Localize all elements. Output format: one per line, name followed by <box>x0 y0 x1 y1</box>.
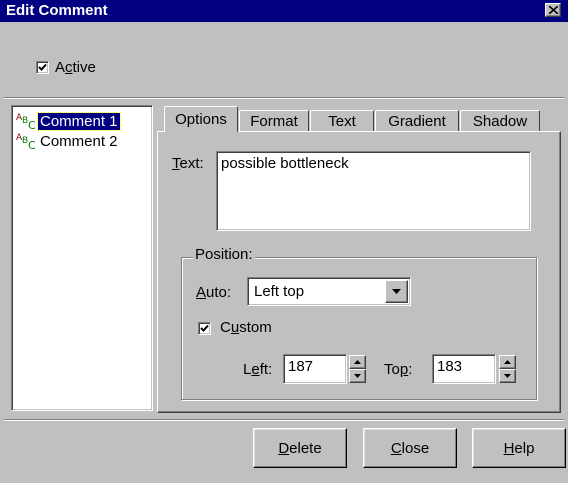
list-item-label: Comment 2 <box>40 132 118 150</box>
close-icon <box>548 6 558 14</box>
close-button[interactable]: Close <box>363 428 457 468</box>
top-input[interactable]: 183 <box>432 354 496 384</box>
tab-text[interactable]: Text <box>310 110 374 132</box>
delete-button-label: Delete <box>278 439 322 457</box>
edit-comment-dialog: Edit Comment Active A B C Comment 1 A B <box>0 0 568 483</box>
text-abc-icon: A B C <box>16 113 36 132</box>
delete-button[interactable]: Delete <box>253 428 347 468</box>
left-input[interactable]: 187 <box>283 354 347 384</box>
tab-shadow[interactable]: Shadow <box>460 110 540 132</box>
left-spin-up[interactable] <box>349 355 366 369</box>
text-abc-icon: A B C <box>16 133 36 152</box>
tab-format[interactable]: Format <box>239 110 309 132</box>
auto-position-value: Left top <box>254 283 305 300</box>
tab-gradient[interactable]: Gradient <box>375 110 459 132</box>
auto-position-select[interactable]: Left top <box>247 277 411 306</box>
left-label: Left: <box>243 361 273 378</box>
tab-options[interactable]: Options <box>164 106 238 132</box>
top-spin-up[interactable] <box>499 355 516 369</box>
title-bar: Edit Comment <box>0 0 568 22</box>
checkmark-icon <box>200 324 209 332</box>
left-value: 187 <box>288 358 314 375</box>
active-tab-seam <box>165 130 237 133</box>
triangle-down-icon <box>354 374 361 378</box>
top-label: Top: <box>384 361 413 378</box>
help-button-label: Help <box>503 439 535 457</box>
active-checkbox[interactable] <box>36 61 49 74</box>
list-item[interactable]: A B C Comment 2 <box>16 132 120 153</box>
comment-list[interactable]: A B C Comment 1 A B C Comment 2 <box>11 105 153 411</box>
tab-label: Text <box>328 113 356 130</box>
close-button-label: Close <box>390 439 430 457</box>
list-item[interactable]: A B C Comment 1 <box>16 111 121 132</box>
help-button[interactable]: Help <box>472 428 566 468</box>
top-spin-down[interactable] <box>499 369 516 383</box>
triangle-up-icon <box>504 360 511 364</box>
window-title: Edit Comment <box>6 2 108 19</box>
list-item-label: Comment 1 <box>37 111 121 131</box>
close-window-button[interactable] <box>545 3 561 17</box>
comment-text-area[interactable]: possible bottleneck <box>216 151 531 231</box>
top-separator <box>4 97 564 99</box>
top-value: 183 <box>437 358 463 375</box>
triangle-down-icon <box>504 374 511 378</box>
custom-label: Custom <box>220 319 272 336</box>
tab-label: Options <box>175 111 227 128</box>
auto-dropdown-button[interactable] <box>385 280 408 303</box>
chevron-down-icon <box>392 289 401 294</box>
left-spin-down[interactable] <box>349 369 366 383</box>
active-label: Active <box>55 59 96 76</box>
tab-label: Shadow <box>472 113 528 130</box>
position-group-label: Position: <box>193 246 255 263</box>
tab-label: Gradient <box>388 113 446 130</box>
comment-text-value: possible bottleneck <box>221 155 349 172</box>
bottom-separator <box>4 419 564 421</box>
custom-checkbox[interactable] <box>198 322 211 335</box>
triangle-up-icon <box>354 360 361 364</box>
tab-label: Format <box>250 113 298 130</box>
checkmark-icon <box>38 63 47 71</box>
auto-label: Auto: <box>196 284 232 301</box>
text-label: Text: <box>172 155 204 172</box>
